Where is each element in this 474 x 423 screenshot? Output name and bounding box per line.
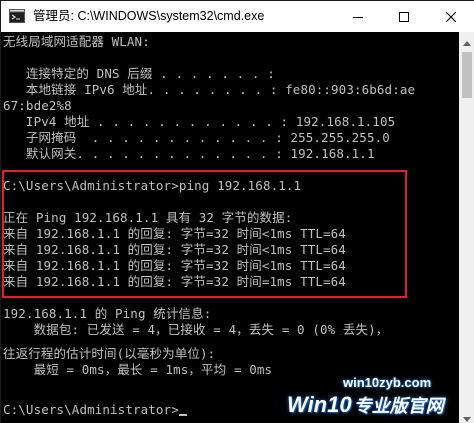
text-cursor [178,414,187,416]
console-line: 连接特定的 DNS 后缀 . . . . . . . : [3,66,275,81]
ping-highlight-box [2,170,407,298]
watermark-logo-cn: 专业版官网 [353,396,444,416]
scroll-thumb[interactable] [462,52,472,98]
watermark-logo: Win10 专业版官网 [287,392,444,418]
console-line: 子网掩码 . . . . . . . . . . . . : 255.255.2… [3,130,390,145]
minimize-button[interactable] [335,1,381,32]
prompt-text: C:\Users\Administrator> [3,402,179,417]
maximize-button[interactable] [381,1,427,32]
console-line: 往返行程的估计时间(以毫秒为单位): [3,346,216,361]
scroll-up-button[interactable] [459,32,474,48]
minimize-icon [353,12,363,22]
watermark-url: win10zyb.com [343,375,432,390]
title-bar[interactable]: 管理员: C:\WINDOWS\system32\cmd.exe [1,1,474,32]
console-line: 无线局域网适配器 WLAN: [3,34,150,49]
close-button[interactable] [428,1,474,32]
console-line: 192.168.1.1 的 Ping 统计信息: [3,306,212,321]
console-line: IPv4 地址 . . . . . . . . . . . . : 192.16… [3,114,396,129]
console-line: 本地链接 IPv6 地址. . . . . . . . : fe80::903:… [3,82,416,97]
scroll-down-button[interactable] [459,408,474,423]
watermark-logo-win: Win10 [287,392,352,417]
window-title: 管理员: C:\WINDOWS\system32\cmd.exe [33,9,265,23]
console-line: 67:bde2%8 [3,98,72,113]
console-prompt-line: C:\Users\Administrator> [3,402,187,418]
console-line: 数据包: 已发送 = 4，已接收 = 4，丢失 = 0 (0% 丢失)， [3,322,389,337]
close-icon [446,11,456,22]
maximize-icon [399,11,409,22]
chevron-up-icon [463,31,471,50]
watermark: win10zyb.com Win10 专业版官网 [283,372,459,423]
console-line: 最短 = 0ms，最长 = 1ms，平均 = 0ms [3,362,273,377]
cmd-icon [9,8,25,24]
vertical-scrollbar[interactable] [459,32,474,423]
cmd-window: 管理员: C:\WINDOWS\system32\cmd.exe 无线局域网适配… [0,0,474,423]
console-line: 默认网关. . . . . . . . . . . . . : 192.168.… [3,146,375,161]
chevron-down-icon [463,407,471,423]
